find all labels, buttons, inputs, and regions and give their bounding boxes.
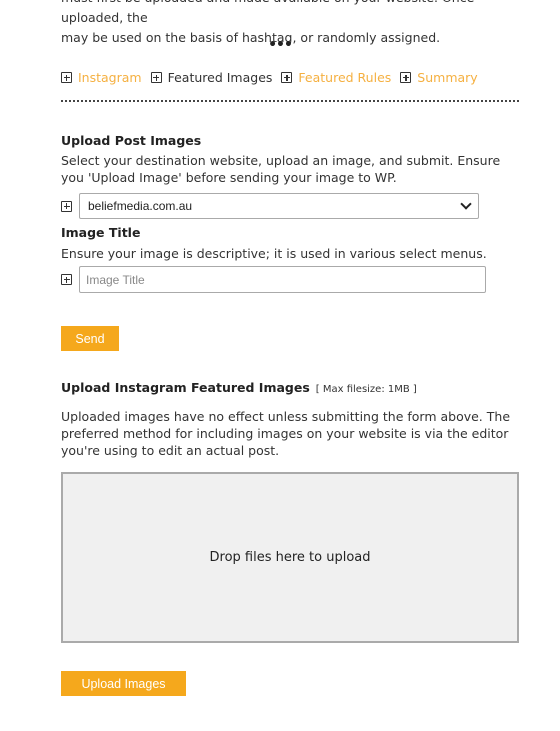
website-select[interactable]: beliefmedia.com.au xyxy=(79,193,479,219)
expand-plus-icon xyxy=(150,72,162,83)
more-dots: ••• xyxy=(268,37,293,53)
expand-plus-icon xyxy=(400,72,412,83)
file-dropzone[interactable]: Drop files here to upload xyxy=(61,472,519,643)
upload-images-button[interactable]: Upload Images xyxy=(61,671,186,696)
expand-plus-icon xyxy=(281,72,293,83)
image-title-row xyxy=(61,266,486,293)
send-button[interactable]: Send xyxy=(61,326,119,351)
dotted-divider xyxy=(61,100,519,102)
expand-plus-icon[interactable] xyxy=(61,274,72,285)
tab-label: Summary xyxy=(417,70,478,85)
expand-plus-icon xyxy=(61,72,72,83)
section-tabs: Instagram Featured Images Featured Rules… xyxy=(61,70,487,85)
image-title-description: Ensure your image is descriptive; it is … xyxy=(61,246,487,261)
image-title-input[interactable] xyxy=(79,266,486,293)
image-title-heading: Image Title xyxy=(61,225,141,240)
tab-label: Instagram xyxy=(78,70,142,85)
upload-instagram-heading-text: Upload Instagram Featured Images xyxy=(61,380,310,395)
tab-summary[interactable]: Summary xyxy=(400,70,478,85)
upload-post-images-heading: Upload Post Images xyxy=(61,133,202,148)
tab-label: Featured Rules xyxy=(298,70,392,85)
max-filesize-note: [ Max filesize: 1MB ] xyxy=(315,384,417,395)
expand-plus-icon[interactable] xyxy=(61,200,72,212)
upload-instagram-heading: Upload Instagram Featured Images [ Max fi… xyxy=(61,380,417,395)
tab-featured-images[interactable]: Featured Images xyxy=(150,70,273,85)
chevron-down-icon xyxy=(460,198,472,210)
dropzone-text: Drop files here to upload xyxy=(209,550,371,565)
tab-featured-rules[interactable]: Featured Rules xyxy=(281,70,391,85)
upload-instagram-description: Uploaded images have no effect unless su… xyxy=(61,409,511,458)
tab-instagram[interactable]: Instagram xyxy=(61,70,142,85)
upload-post-images-description: Select your destination website, upload … xyxy=(61,153,501,185)
website-select-value: beliefmedia.com.au xyxy=(88,199,193,213)
tab-label: Featured Images xyxy=(167,70,273,85)
website-select-row: beliefmedia.com.au xyxy=(61,193,479,219)
intro-line-1: must first be uploaded and made availabl… xyxy=(61,0,474,25)
